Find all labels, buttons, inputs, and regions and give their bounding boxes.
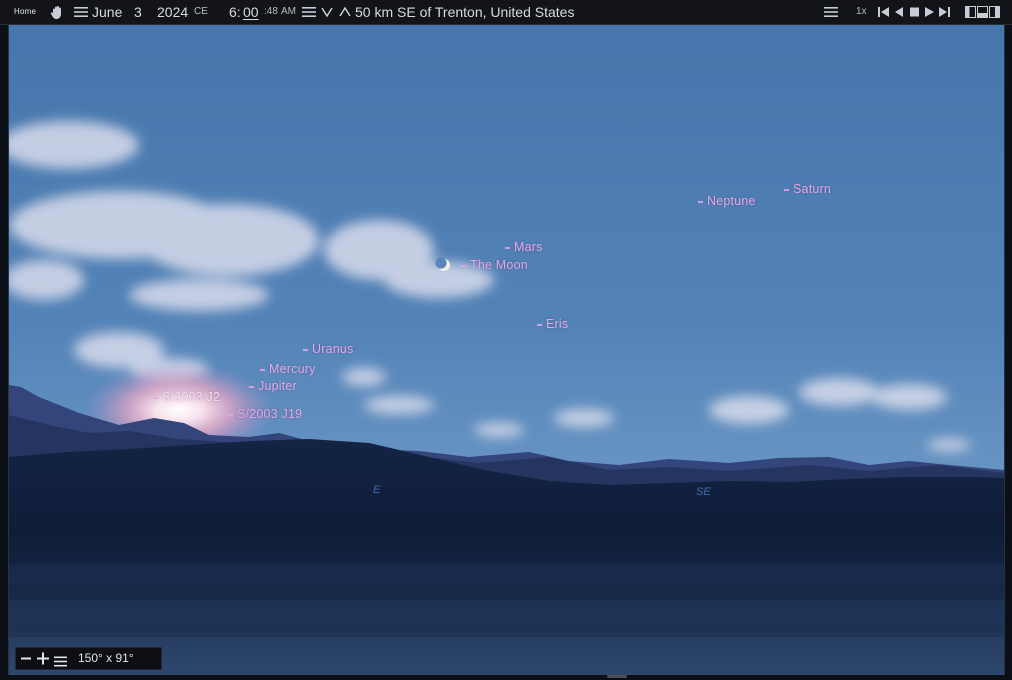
- date-day[interactable]: 3: [134, 0, 142, 24]
- label-s2003-j2[interactable]: S/2003 J2: [153, 390, 220, 404]
- time-minute[interactable]: 00: [243, 0, 259, 24]
- label-text: Mercury: [269, 362, 316, 376]
- app-window: Home June 3 2024 CE 6: 00 :48 AM 50 km S…: [0, 0, 1012, 680]
- chevron-down-icon[interactable]: [321, 6, 333, 18]
- marker-tick: [461, 264, 466, 267]
- fov-menu-icon[interactable]: [54, 653, 67, 667]
- label-text: Saturn: [793, 182, 832, 196]
- label-text: Uranus: [312, 342, 354, 356]
- label-neptune[interactable]: Neptune: [698, 194, 756, 208]
- label-eris[interactable]: Eris: [537, 317, 568, 331]
- label-text: S/2003 J2: [162, 390, 221, 404]
- skip-to-start-icon[interactable]: [878, 7, 889, 17]
- hand-pan-icon[interactable]: [49, 4, 65, 20]
- stop-icon[interactable]: [910, 7, 919, 17]
- play-icon[interactable]: [925, 7, 934, 17]
- main-menu-icon[interactable]: [824, 6, 838, 18]
- marker-tick: [303, 348, 308, 351]
- label-jupiter[interactable]: Jupiter: [249, 379, 297, 393]
- marker-tick: [249, 385, 254, 388]
- label-text: The Moon: [470, 258, 528, 272]
- marker-tick: [537, 323, 542, 326]
- label-text: Mars: [514, 240, 543, 254]
- time-ampm[interactable]: AM: [281, 0, 296, 24]
- compass-east: E: [373, 484, 381, 496]
- zoom-in-button[interactable]: [37, 648, 49, 669]
- label-s2003-j19[interactable]: S/2003 J19: [228, 407, 302, 421]
- zoom-out-button[interactable]: [21, 648, 31, 669]
- label-text: S/2003 J19: [237, 407, 303, 421]
- skip-to-end-icon[interactable]: [939, 7, 950, 17]
- home-button[interactable]: Home: [14, 0, 36, 24]
- marker-tick: [260, 368, 265, 371]
- sky-scene: [9, 25, 1004, 675]
- marker-tick: [505, 246, 510, 249]
- marker-tick: [228, 413, 233, 416]
- marker-tick: [698, 200, 703, 203]
- fov-value[interactable]: 150° x 91°: [78, 648, 134, 669]
- label-saturn[interactable]: Saturn: [784, 182, 831, 196]
- location-label[interactable]: 50 km SE of Trenton, United States: [355, 0, 574, 24]
- marker-tick: [153, 396, 158, 399]
- date-era[interactable]: CE: [194, 0, 208, 24]
- date-year[interactable]: 2024: [157, 0, 188, 24]
- sky-view[interactable]: Saturn Neptune Mars The Moon Eris Uranus…: [8, 25, 1005, 675]
- time-menu-icon[interactable]: [302, 6, 316, 18]
- label-uranus[interactable]: Uranus: [303, 342, 354, 356]
- label-text: Jupiter: [258, 379, 297, 393]
- time-hour[interactable]: 6:: [229, 0, 241, 24]
- bottom-resize-handle[interactable]: [607, 675, 627, 678]
- label-the-moon[interactable]: The Moon: [461, 258, 528, 272]
- time-second[interactable]: :48: [264, 0, 278, 24]
- chevron-up-icon[interactable]: [339, 6, 351, 18]
- date-month[interactable]: June: [92, 0, 122, 24]
- step-back-icon[interactable]: [895, 7, 903, 17]
- date-menu-icon[interactable]: [74, 6, 88, 18]
- fov-control: 150° x 91°: [15, 647, 162, 670]
- panel-layout-icon[interactable]: [965, 6, 1001, 18]
- compass-southeast: SE: [696, 486, 711, 498]
- marker-tick: [784, 188, 789, 191]
- label-text: Eris: [546, 317, 569, 331]
- label-mars[interactable]: Mars: [505, 240, 543, 254]
- label-mercury[interactable]: Mercury: [260, 362, 316, 376]
- time-speed[interactable]: 1x: [856, 0, 867, 24]
- label-text: Neptune: [707, 194, 756, 208]
- top-toolbar: Home June 3 2024 CE 6: 00 :48 AM 50 km S…: [0, 0, 1012, 25]
